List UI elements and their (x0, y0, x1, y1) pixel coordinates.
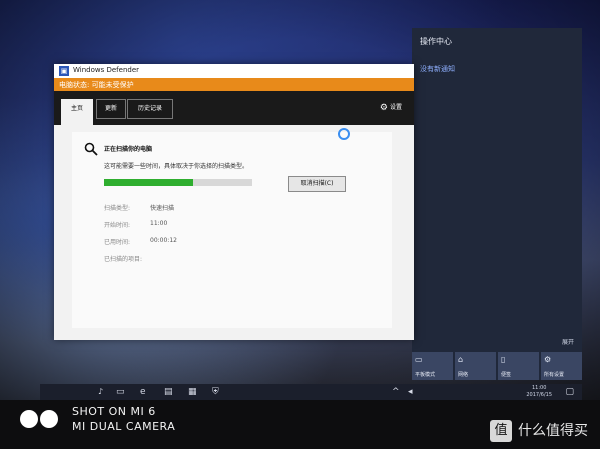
window-titlebar[interactable]: ▣ Windows Defender (54, 64, 414, 78)
detail-value: 11:00 (150, 220, 168, 227)
scan-panel: 正在扫描你的电脑 这可能需要一些时间，具体取决于你选择的扫描类型。 取消扫描(C… (72, 132, 392, 328)
quick-action-network[interactable]: ⌂ 网络 (455, 352, 496, 380)
expand-link[interactable]: 展开 (562, 337, 574, 346)
task-view-icon[interactable]: ▭ (116, 387, 125, 397)
quick-actions: ▭ 平板模式 ⌂ 网络 ▯ 便签 ⚙ 所有设置 (412, 352, 582, 380)
items-scanned-row: 已扫描的项目: (104, 254, 142, 263)
notifications-icon[interactable]: ▢ (565, 387, 574, 397)
detail-value: 快速扫描 (150, 205, 175, 212)
detail-label: 已用时间: (104, 239, 131, 246)
scan-title: 正在扫描你的电脑 (104, 146, 153, 153)
quick-action-all-settings[interactable]: ⚙ 所有设置 (541, 352, 582, 380)
protection-status-bar: 电脑状态: 可能未受保护 (54, 78, 414, 91)
camera-line-1: SHOT ON MI 6 (72, 405, 156, 418)
busy-cursor-icon (338, 128, 350, 140)
no-notifications-text: 没有新通知 (420, 65, 455, 73)
scan-progress-fill (104, 179, 193, 186)
camera-line-2: MI DUAL CAMERA (72, 420, 176, 433)
start-time-row: 开始时间: 11:00 (104, 220, 167, 229)
gear-icon: ⚙ (544, 355, 552, 364)
action-center-panel: 操作中心 没有新通知 展开 ▭ 平板模式 ⌂ 网络 ▯ 便签 ⚙ 所有设置 (412, 28, 582, 380)
gear-icon: ⚙ (379, 103, 388, 113)
camera-logo-icon (20, 410, 60, 429)
quick-action-note[interactable]: ▯ 便签 (498, 352, 539, 380)
tray-chevron-icon[interactable]: ^ (392, 387, 400, 397)
site-watermark: 值什么值得买 (490, 420, 588, 442)
quick-action-label: 平板模式 (415, 372, 436, 378)
magnifier-icon (84, 142, 98, 156)
taskbar-clock[interactable]: 11:00 2017/6/15 (526, 385, 552, 399)
microphone-icon[interactable]: ♪ (98, 387, 103, 396)
taskbar: ♪ ▭ e ▤ ▦ ⛨ ^ ◂ 11:00 2017/6/15 ▢ (40, 384, 582, 400)
quick-action-label: 便签 (501, 372, 512, 378)
scan-type-row: 扫描类型: 快速扫描 (104, 203, 174, 212)
defender-shield-icon: ▣ (59, 66, 69, 76)
tab-update[interactable]: 更新 (96, 99, 126, 119)
network-icon: ⌂ (458, 355, 464, 364)
scan-description: 这可能需要一些时间，具体取决于你选择的扫描类型。 (104, 163, 249, 170)
elapsed-time-row: 已用时间: 00:00:12 (104, 237, 177, 246)
tab-history[interactable]: 历史记录 (127, 99, 173, 119)
volume-icon[interactable]: ◂ (408, 387, 413, 397)
clock-date: 2017/6/15 (526, 392, 552, 398)
defender-taskbar-icon[interactable]: ⛨ (212, 387, 219, 397)
edge-browser-icon[interactable]: e (140, 387, 146, 397)
camera-watermark-text: SHOT ON MI 6 MI DUAL CAMERA (72, 404, 175, 434)
tab-home[interactable]: 主页 (61, 99, 93, 127)
note-icon: ▯ (501, 355, 506, 364)
protection-status-text: 电脑状态: 可能未受保护 (59, 81, 134, 89)
scan-progress-bar (104, 179, 252, 186)
store-icon[interactable]: ▦ (188, 387, 197, 397)
detail-value: 00:00:12 (150, 237, 177, 244)
window-title: Windows Defender (73, 66, 140, 74)
tablet-icon: ▭ (415, 355, 423, 364)
file-explorer-icon[interactable]: ▤ (164, 387, 173, 397)
quick-action-label: 网络 (458, 372, 469, 378)
quick-action-label: 所有设置 (544, 372, 565, 378)
settings-button[interactable]: ⚙ 设置 (380, 102, 402, 113)
clock-time: 11:00 (531, 385, 547, 391)
site-watermark-text: 什么值得买 (518, 423, 588, 439)
quick-action-tablet-mode[interactable]: ▭ 平板模式 (412, 352, 453, 380)
site-badge-icon: 值 (490, 420, 512, 442)
detail-label: 已扫描的项目: (104, 256, 143, 263)
cancel-scan-button[interactable]: 取消扫描(C) (288, 176, 346, 192)
action-center-title: 操作中心 (420, 37, 452, 46)
tab-bar: 主页 更新 历史记录 ⚙ 设置 (54, 91, 414, 127)
detail-label: 开始时间: (104, 222, 131, 229)
defender-window: ▣ Windows Defender 电脑状态: 可能未受保护 主页 更新 历史… (54, 64, 414, 340)
detail-label: 扫描类型: (104, 205, 131, 212)
settings-label: 设置 (389, 104, 402, 111)
